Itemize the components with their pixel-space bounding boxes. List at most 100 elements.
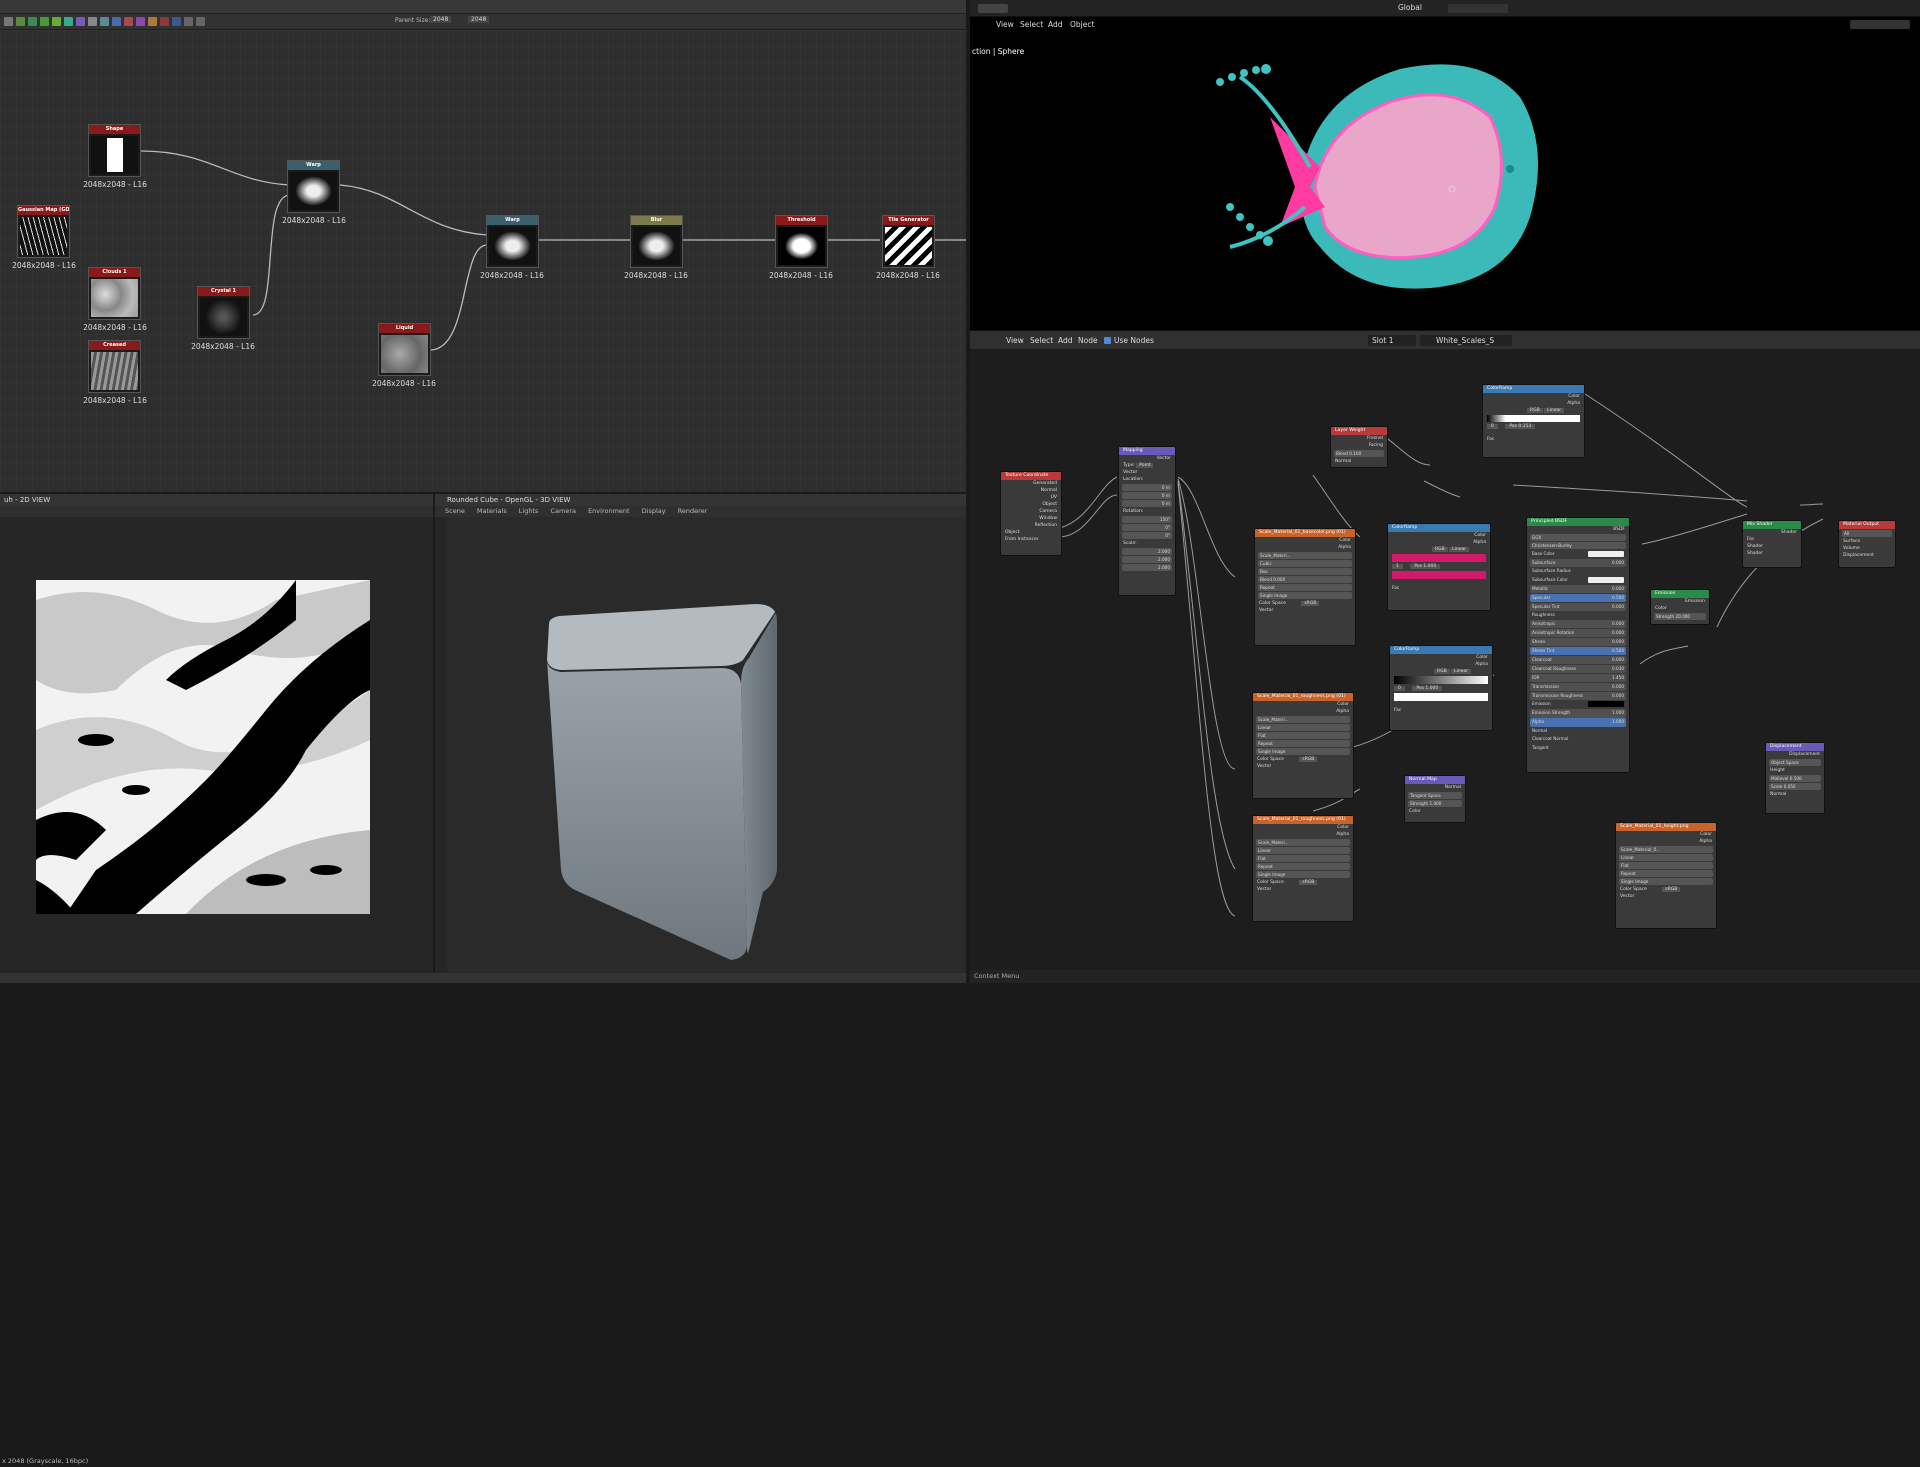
blend-field[interactable]: Blend 0.000 [1258, 576, 1352, 583]
menu-renderer[interactable]: Renderer [678, 507, 708, 515]
color-swatch[interactable] [1588, 576, 1624, 583]
color-ramp-bar[interactable] [1392, 554, 1486, 562]
menu-display[interactable]: Display [642, 507, 666, 515]
interpolation-select[interactable]: Linear [1544, 408, 1565, 413]
scale-field[interactable]: Scale 0.050 [1769, 783, 1821, 790]
bsdf-input-row[interactable]: IOR 1.450 [1530, 674, 1626, 683]
interpolation-select[interactable]: Linear [1256, 724, 1350, 731]
rotation-z[interactable]: 0° [1122, 532, 1172, 539]
blender-3d-viewport[interactable]: View Select Add Object ction | Sphere [970, 17, 1920, 330]
bsdf-input-row[interactable]: Subsurface Color [1530, 576, 1626, 584]
source-select[interactable]: Single Image [1256, 748, 1350, 755]
sphere-mesh-preview[interactable] [1210, 57, 1610, 317]
node-threshold[interactable]: Threshold [775, 215, 828, 268]
align-icon[interactable] [184, 17, 193, 26]
slot-select[interactable]: Slot 1 [1368, 335, 1416, 346]
node-emission[interactable]: Emission Emission Color Strength 20.000 [1650, 589, 1710, 625]
bsdf-input-row[interactable]: Metallic 0.000 [1530, 584, 1626, 594]
math-icon[interactable] [76, 17, 85, 26]
node-texture-coordinate[interactable]: Texture Coordinate Generated Normal UV O… [1000, 471, 1062, 556]
node-image-texture-basecolor[interactable]: Scale_Material_01_basecolor.png (01) Col… [1254, 528, 1356, 646]
atomic-nodes-icon[interactable] [16, 17, 25, 26]
pattern-icon[interactable] [52, 17, 61, 26]
interpolation-select[interactable]: Linear [1451, 669, 1472, 674]
select-mode-buttons[interactable] [978, 4, 1008, 13]
bsdf-input-row[interactable]: Roughness [1530, 611, 1626, 619]
node-tile-generator[interactable]: Tile Generator [882, 215, 935, 268]
grid-icon[interactable] [88, 17, 97, 26]
bake-icon[interactable] [124, 17, 133, 26]
menu-materials[interactable]: Materials [477, 507, 507, 515]
bsdf-input-row[interactable]: Sheen 0.000 [1530, 638, 1626, 647]
bsdf-input-row[interactable]: Emission Strength 1.000 [1530, 709, 1626, 718]
noise-icon[interactable] [40, 17, 49, 26]
node-shape[interactable]: Shape [88, 124, 141, 177]
bsdf-input-row[interactable]: Clearcoat Roughness 0.030 [1530, 665, 1626, 674]
interpolation-select[interactable]: Linear [1619, 854, 1713, 861]
menu-select[interactable]: Select [1030, 331, 1053, 350]
bsdf-input-row[interactable]: Normal [1530, 727, 1626, 735]
stop-index[interactable]: 1 [1392, 564, 1403, 569]
stop-position[interactable]: Pos 1.000 [1410, 564, 1441, 569]
bsdf-input-row[interactable]: Tangent [1530, 744, 1626, 752]
interpolation-select[interactable]: Linear [1256, 847, 1350, 854]
type-select[interactable]: Point [1136, 463, 1154, 468]
location-z[interactable]: 0 m [1122, 500, 1172, 507]
interpolation-select[interactable]: Linear [1449, 547, 1470, 552]
subsurface-method-select[interactable]: Christensen-Burley [1530, 542, 1626, 549]
image-select[interactable]: Scale_Material_0... [1619, 846, 1713, 853]
comment-icon[interactable] [172, 17, 181, 26]
node-layer-weight[interactable]: Layer Weight Fresnel Facing Blend 0.100 … [1330, 426, 1388, 468]
sd-graph-view[interactable]: Shape 2048x2048 - L16 Gaussian Map (GD) … [0, 30, 966, 492]
color-ramp-bar[interactable] [1487, 415, 1580, 422]
extension-select[interactable]: Repeat [1258, 584, 1352, 591]
node-warp[interactable]: Warp [287, 160, 340, 213]
use-nodes-checkbox[interactable] [1104, 337, 1111, 344]
bsdf-input-row[interactable]: Specular 0.500 [1530, 593, 1626, 603]
blend-field[interactable]: Blend 0.100 [1334, 450, 1384, 457]
distribution-select[interactable]: GGX [1530, 534, 1626, 541]
source-select[interactable]: Single Image [1256, 871, 1350, 878]
bsdf-input-row[interactable]: Alpha 1.000 [1530, 718, 1626, 727]
bsdf-input-row[interactable]: Subsurface 0.000 [1530, 558, 1626, 568]
menu-node[interactable]: Node [1078, 331, 1098, 350]
node-blur[interactable]: Blur [630, 215, 683, 268]
3d-rounded-cube[interactable] [535, 594, 915, 974]
strength-field[interactable]: Strength 20.000 [1654, 613, 1706, 620]
rotation-x[interactable]: 150° [1122, 516, 1172, 523]
color-space-select[interactable]: sRGB [1662, 887, 1681, 892]
color-icon[interactable] [64, 17, 73, 26]
menu-add[interactable]: Add [1048, 17, 1063, 32]
stop-position[interactable]: Pos 0.153 [1505, 424, 1536, 429]
target-select[interactable]: All [1842, 530, 1892, 537]
bsdf-input-row[interactable]: Clearcoat Normal [1530, 735, 1626, 743]
node-clouds[interactable]: Clouds 1 [88, 267, 141, 320]
color-mode-select[interactable]: RGB [1527, 408, 1543, 413]
rotation-y[interactable]: 0° [1122, 524, 1172, 531]
snapping-controls[interactable] [1448, 4, 1508, 13]
color-space-select[interactable]: sRGB [1299, 757, 1318, 762]
node-creased[interactable]: Creased [88, 340, 141, 393]
pbr-icon[interactable] [112, 17, 121, 26]
location-y[interactable]: 0 m [1122, 492, 1172, 499]
menu-object[interactable]: Object [1070, 17, 1094, 32]
interpolation-select[interactable]: Cubic [1258, 560, 1352, 567]
menu-add[interactable]: Add [1058, 331, 1073, 350]
scale-x[interactable]: 2.000 [1122, 548, 1172, 555]
node-normal-map[interactable]: Normal Map Normal Tangent Space Strength… [1404, 775, 1466, 823]
menu-view[interactable]: View [1006, 331, 1024, 350]
source-select[interactable]: Single Image [1619, 878, 1713, 885]
color-space-select[interactable]: sRGB [1299, 880, 1318, 885]
image-select[interactable]: Scale_Materi... [1256, 839, 1350, 846]
node-image-texture-height[interactable]: Scale_Material_01_height.png Color Alpha… [1615, 822, 1717, 929]
color-mode-select[interactable]: RGB [1432, 547, 1448, 552]
midlevel-field[interactable]: Midlevel 0.500 [1769, 775, 1821, 782]
bsdf-input-row[interactable]: Anisotropic 0.000 [1530, 620, 1626, 629]
node-warp-2[interactable]: Warp [486, 215, 539, 268]
color-ramp-bar[interactable] [1394, 676, 1488, 684]
scale-y[interactable]: 2.000 [1122, 556, 1172, 563]
color-swatch[interactable] [1588, 551, 1624, 557]
projection-select[interactable]: Flat [1256, 855, 1350, 862]
distribute-icon[interactable] [196, 17, 205, 26]
projection-select[interactable]: Flat [1256, 732, 1350, 739]
